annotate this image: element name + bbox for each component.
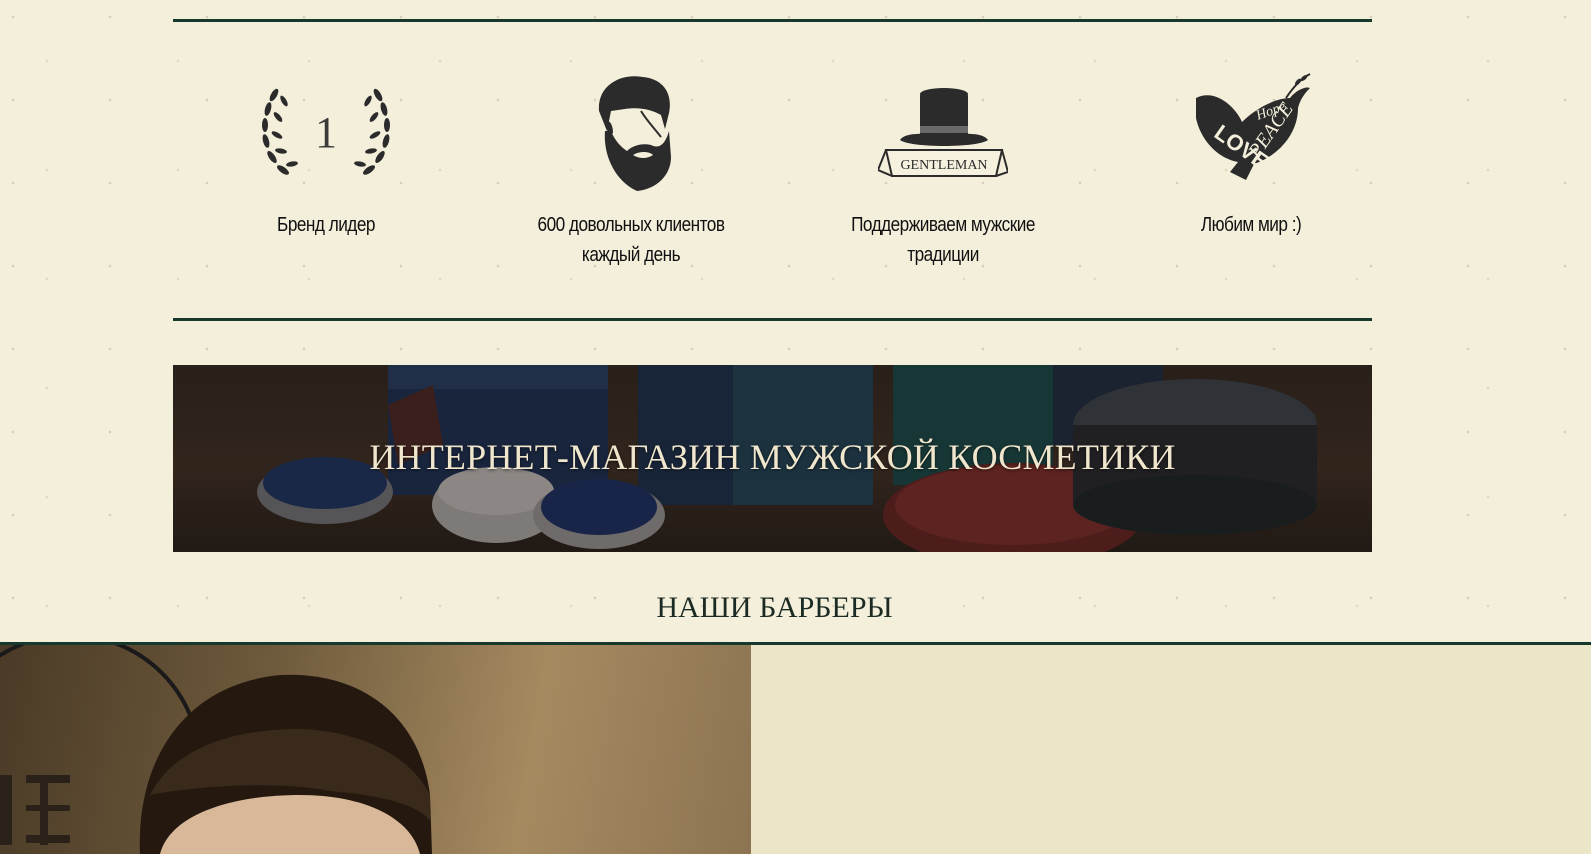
feature-label: Поддерживаем мужские традиции (851, 214, 1035, 266)
love-dove-icon: LOVE Hope PEACE (1101, 66, 1401, 200)
bottom-divider (173, 318, 1372, 321)
feature-happy-clients: 600 довольных клиентов каждый день (481, 66, 781, 270)
laurel-wreath-icon: 1 (176, 66, 476, 200)
barbers-section-title: НАШИ БАРБЕРЫ (656, 591, 893, 624)
barber-info-panel (751, 645, 1591, 854)
features-row: 1 Бренд лидер 600 довольных клиентов каж… (173, 66, 1372, 276)
barber-portrait-photo[interactable] (0, 645, 751, 854)
feature-label: Бренд лидер (277, 214, 375, 236)
wreath-number: 1 (315, 108, 337, 157)
shop-banner[interactable]: ИНТЕРНЕТ-МАГАЗИН МУЖСКОЙ КОСМЕТИКИ (173, 365, 1372, 552)
banner-title: ИНТЕРНЕТ-МАГАЗИН МУЖСКОЙ КОСМЕТИКИ (369, 437, 1176, 477)
feature-traditions: GENTLEMAN Поддерживаем мужские традиции (793, 66, 1093, 270)
gentleman-top-hat-icon: GENTLEMAN (793, 66, 1093, 200)
feature-label: Любим мир :) (1200, 214, 1302, 236)
feature-brand-leader: 1 Бренд лидер (176, 66, 476, 240)
top-divider (173, 19, 1372, 22)
bearded-man-icon (481, 66, 781, 200)
ribbon-text: GENTLEMAN (900, 158, 987, 173)
feature-love-peace: LOVE Hope PEACE Любим мир :) (1101, 66, 1401, 240)
feature-label: 600 довольных клиентов каждый день (537, 214, 725, 266)
